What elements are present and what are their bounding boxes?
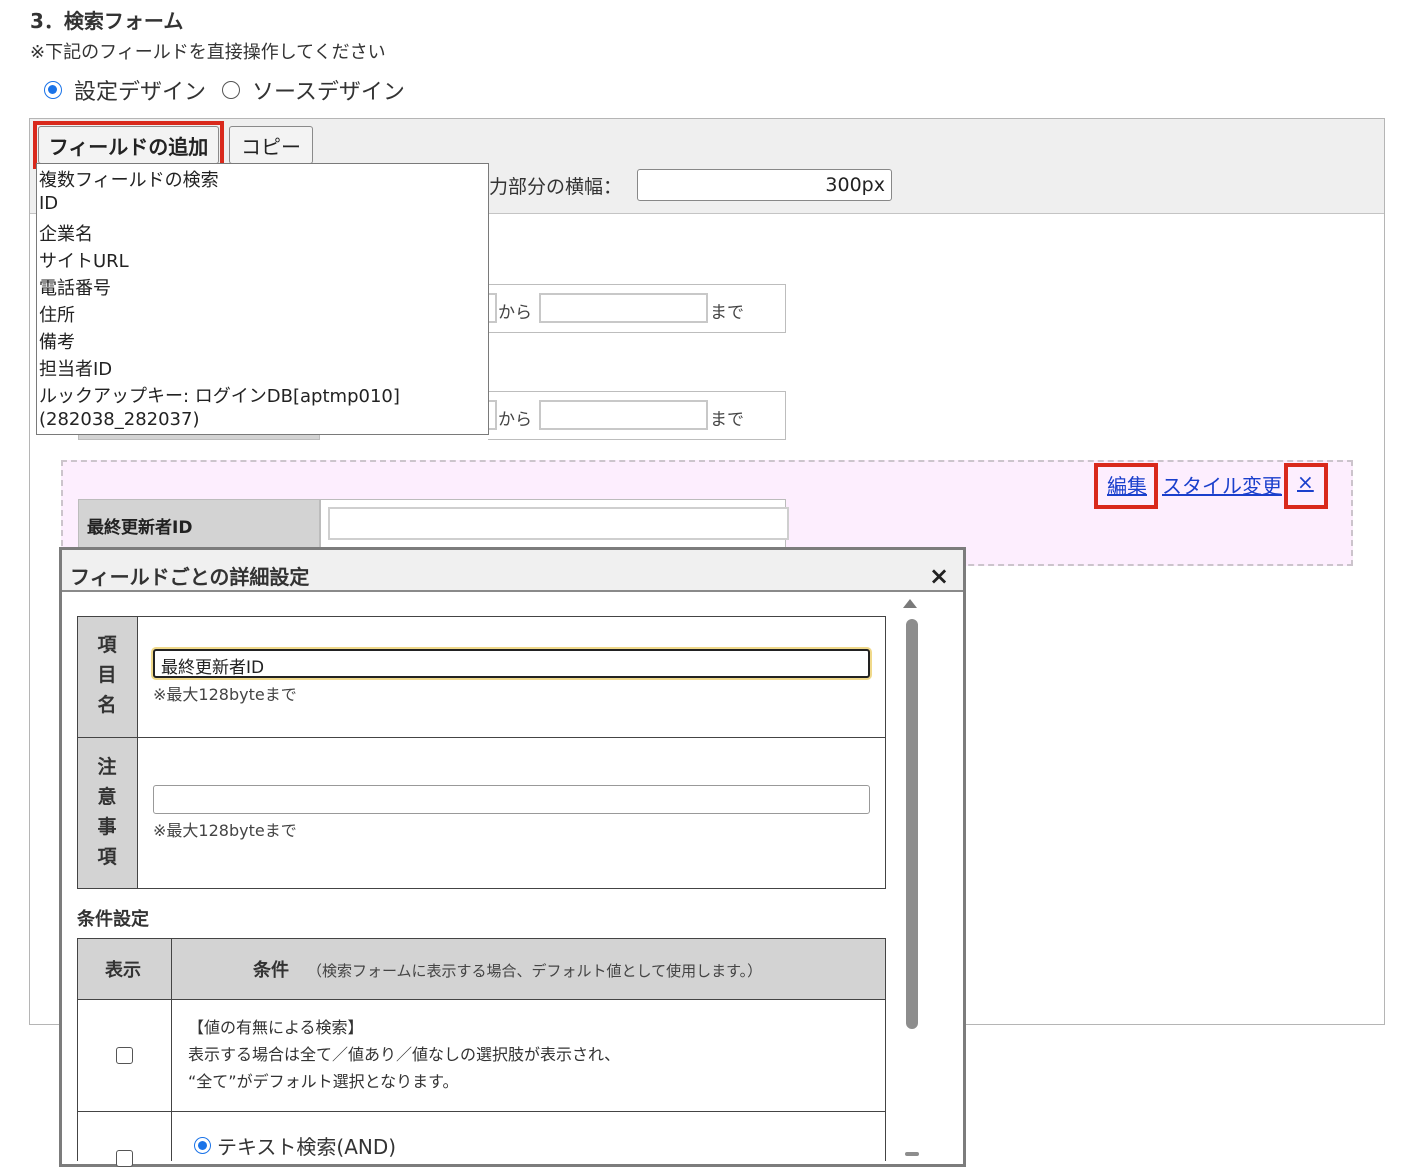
highlight-delete bbox=[1284, 463, 1328, 509]
range-to-input[interactable] bbox=[539, 400, 708, 430]
dialog-close-button[interactable]: × bbox=[929, 562, 949, 590]
scroll-up-arrow-icon[interactable] bbox=[903, 599, 917, 608]
text-search-and-label[interactable]: テキスト検索(AND) bbox=[217, 1131, 396, 1160]
dialog-title: フィールドごとの詳細設定 bbox=[70, 565, 310, 589]
input-width-label: 力部分の横幅： bbox=[489, 176, 623, 198]
dropdown-item[interactable]: 備考 bbox=[39, 328, 75, 354]
scroll-down-arrow-icon[interactable] bbox=[905, 1152, 919, 1156]
section-title: 3．検索フォーム bbox=[30, 9, 184, 33]
condition-header: 条件 bbox=[253, 960, 289, 981]
highlight-edit bbox=[1094, 463, 1158, 509]
source-design-label[interactable]: ソースデザイン bbox=[252, 74, 405, 106]
dropdown-item[interactable]: ID bbox=[39, 193, 58, 214]
caution-label-char: 意 bbox=[97, 786, 117, 808]
condition-heading: 条件設定 bbox=[77, 909, 149, 930]
item-name-input[interactable]: 最終更新者ID bbox=[153, 649, 870, 678]
field-input[interactable] bbox=[328, 507, 789, 540]
settings-design-label[interactable]: 設定デザイン bbox=[74, 74, 206, 106]
source-design-radio[interactable] bbox=[222, 81, 241, 99]
row1-display-checkbox[interactable] bbox=[116, 1047, 133, 1064]
row1-condition-line: 【値の有無による検索】 bbox=[188, 1018, 364, 1037]
dropdown-item[interactable]: (282038_282037) bbox=[39, 409, 199, 430]
add-field-dropdown[interactable]: 複数フィールドの検索 ID 企業名 サイトURL 電話番号 住所 備考 担当者I… bbox=[36, 163, 489, 435]
caution-label-char: 事 bbox=[97, 816, 117, 838]
dropdown-item[interactable]: サイトURL bbox=[39, 247, 129, 273]
item-name-label-char: 目 bbox=[97, 664, 117, 686]
dropdown-item[interactable]: ルックアップキー: ログインDB[aptmp010] bbox=[39, 382, 400, 408]
caution-note: ※最大128byteまで bbox=[153, 821, 297, 840]
row1-condition-line: 表示する場合は全て／値あり／値なしの選択肢が表示され、 bbox=[188, 1045, 621, 1064]
range-from-label: から bbox=[498, 303, 532, 323]
dropdown-item[interactable]: 担当者ID bbox=[39, 355, 112, 381]
row2-display-checkbox[interactable] bbox=[116, 1150, 133, 1167]
caution-label-char: 注 bbox=[97, 756, 117, 778]
highlight-add-field bbox=[33, 121, 224, 169]
text-search-and-radio[interactable] bbox=[194, 1137, 211, 1154]
section-note: ※下記のフィールドを直接操作してください bbox=[30, 42, 386, 63]
range-to-input[interactable] bbox=[539, 293, 708, 323]
style-change-link[interactable]: スタイル変更 bbox=[1162, 470, 1282, 499]
settings-design-radio[interactable] bbox=[44, 81, 62, 99]
item-name-label-char: 項 bbox=[97, 634, 117, 656]
input-width-field[interactable]: 300px bbox=[637, 169, 892, 201]
item-name-note: ※最大128byteまで bbox=[153, 685, 297, 704]
display-header: 表示 bbox=[105, 960, 141, 981]
dropdown-item[interactable]: 住所 bbox=[39, 301, 75, 327]
dropdown-item[interactable]: 複数フィールドの検索 bbox=[39, 166, 219, 192]
dropdown-item[interactable]: 電話番号 bbox=[39, 274, 111, 300]
dropdown-item[interactable]: 企業名 bbox=[39, 220, 93, 246]
range-to-label: まで bbox=[710, 410, 744, 430]
design-mode-radio-group: 設定デザイン ソースデザイン bbox=[44, 74, 421, 106]
range-to-label: まで bbox=[710, 303, 744, 323]
range-from-label: から bbox=[498, 410, 532, 430]
dialog-scrollbar-thumb[interactable] bbox=[906, 619, 918, 1029]
caution-label-char: 項 bbox=[97, 846, 117, 868]
field-label: 最終更新者ID bbox=[78, 499, 320, 549]
caution-input[interactable] bbox=[153, 785, 870, 814]
row1-condition-line: “全て”がデフォルト選択となります。 bbox=[188, 1072, 459, 1091]
condition-header-note: （検索フォームに表示する場合、デフォルト値として使用します。） bbox=[307, 962, 763, 980]
copy-button[interactable]: コピー bbox=[229, 126, 313, 164]
row2-option[interactable]: テキスト検索(AND) bbox=[194, 1131, 396, 1160]
item-name-label-char: 名 bbox=[97, 694, 117, 716]
